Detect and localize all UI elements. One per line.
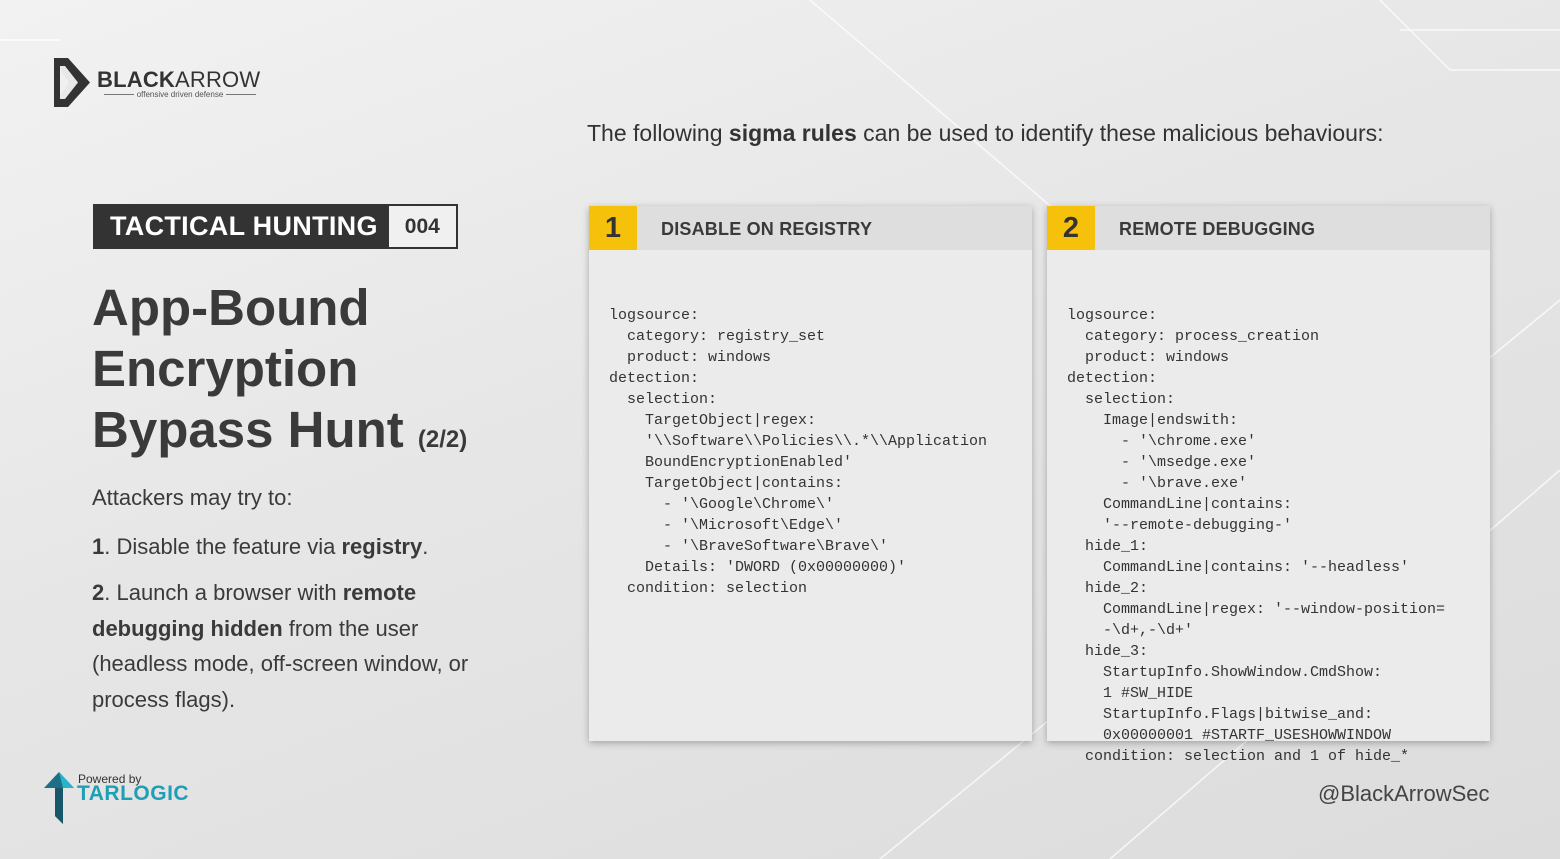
code-line: - '\BraveSoftware\Brave\' (609, 538, 889, 555)
code-line: - '\Microsoft\Edge\' (609, 517, 844, 534)
code-line: - '\brave.exe' (1067, 475, 1248, 492)
code-line: - '\msedge.exe' (1067, 454, 1257, 471)
code-line: TargetObject|contains: (609, 475, 844, 492)
code-line: category: process_creation (1067, 328, 1320, 345)
code-line: selection: (609, 391, 718, 408)
powered-by-tarlogic: Powered by TARLOGIC (44, 770, 194, 826)
title-line: Bypass Hunt (2/2) (92, 401, 468, 458)
blackarrow-arrow-icon (54, 58, 90, 107)
blackarrow-logo: BLACKARROW offensive driven defense (54, 58, 274, 108)
tactical-hunting-badge: TACTICAL HUNTING 004 (93, 204, 458, 249)
code-line: '\\Software\\Policies\\.*\\Application (609, 433, 988, 450)
code-line: StartupInfo.Flags|bitwise_and: (1067, 706, 1374, 723)
rule-number: 1 (589, 206, 637, 250)
rule-title: REMOTE DEBUGGING (1119, 219, 1316, 239)
code-line: hide_2: (1067, 580, 1149, 597)
code-line: Image|endswith: (1067, 412, 1239, 429)
step-1: 1. Disable the feature via registry. (92, 534, 429, 559)
lead-text: The following sigma rules can be used to… (587, 120, 1384, 146)
code-line: product: windows (609, 349, 772, 366)
badge-number: 004 (388, 204, 458, 249)
rule-title: DISABLE ON REGISTRY (661, 219, 873, 239)
code-line: condition: selection and 1 of hide_* (1067, 748, 1410, 765)
code-line: hide_1: (1067, 538, 1149, 555)
tarlogic-wordmark: TARLOGIC (77, 782, 190, 805)
code-line: detection: (1067, 370, 1158, 387)
code-line: StartupInfo.ShowWindow.CmdShow: (1067, 664, 1383, 681)
code-line: 0x00000001 #STARTF_USESHOWWINDOW (1067, 727, 1392, 744)
title-part: (2/2) (417, 426, 468, 453)
title-line: Encryption (92, 340, 359, 397)
code-line: TargetObject|regex: (609, 412, 817, 429)
sigma-rule-code: logsource: category: registry_set produc… (609, 263, 987, 641)
code-line: BoundEncryptionEnabled' (609, 454, 853, 471)
code-line: CommandLine|contains: (1067, 496, 1293, 513)
code-line: logsource: (1067, 307, 1158, 324)
rule-card-header: 1 DISABLE ON REGISTRY (589, 206, 1032, 250)
code-line: '--remote-debugging-' (1067, 517, 1293, 534)
social-handle: @BlackArrowSec (1318, 781, 1490, 806)
page-title: App-Bound Encryption Bypass Hunt (2/2) (92, 277, 562, 470)
title-line: App-Bound (92, 279, 370, 336)
sigma-rule-code: logsource: category: process_creation pr… (1067, 263, 1445, 809)
code-line: selection: (1067, 391, 1176, 408)
step-2: 2. Launch a browser with remote debuggin… (92, 580, 469, 712)
code-line: - '\Google\Chrome\' (609, 496, 835, 513)
rule-number: 2 (1047, 206, 1095, 250)
code-line: hide_3: (1067, 643, 1149, 660)
code-line: CommandLine|regex: '--window-position= (1067, 601, 1446, 618)
code-line: 1 #SW_HIDE (1067, 685, 1194, 702)
intro-text: Attackers may try to: (92, 485, 293, 510)
rule-card-remote-debugging: 2 REMOTE DEBUGGING logsource: category: … (1047, 206, 1490, 765)
code-line: logsource: (609, 307, 700, 324)
badge-label: TACTICAL HUNTING (93, 204, 389, 249)
tarlogic-arrow-icon (44, 772, 74, 824)
code-line: product: windows (1067, 349, 1230, 366)
code-line: CommandLine|contains: '--headless' (1067, 559, 1410, 576)
code-line: Details: 'DWORD (0x00000000)' (609, 559, 907, 576)
rule-card-disable-registry: 1 DISABLE ON REGISTRY logsource: categor… (589, 206, 1032, 741)
code-line: - '\chrome.exe' (1067, 433, 1257, 450)
brand-tagline: offensive driven defense (97, 90, 263, 99)
code-line: -\d+,-\d+' (1067, 622, 1194, 639)
code-line: condition: selection (609, 580, 808, 597)
code-line: category: registry_set (609, 328, 826, 345)
rule-card-header: 2 REMOTE DEBUGGING (1047, 206, 1490, 250)
code-line: detection: (609, 370, 700, 387)
